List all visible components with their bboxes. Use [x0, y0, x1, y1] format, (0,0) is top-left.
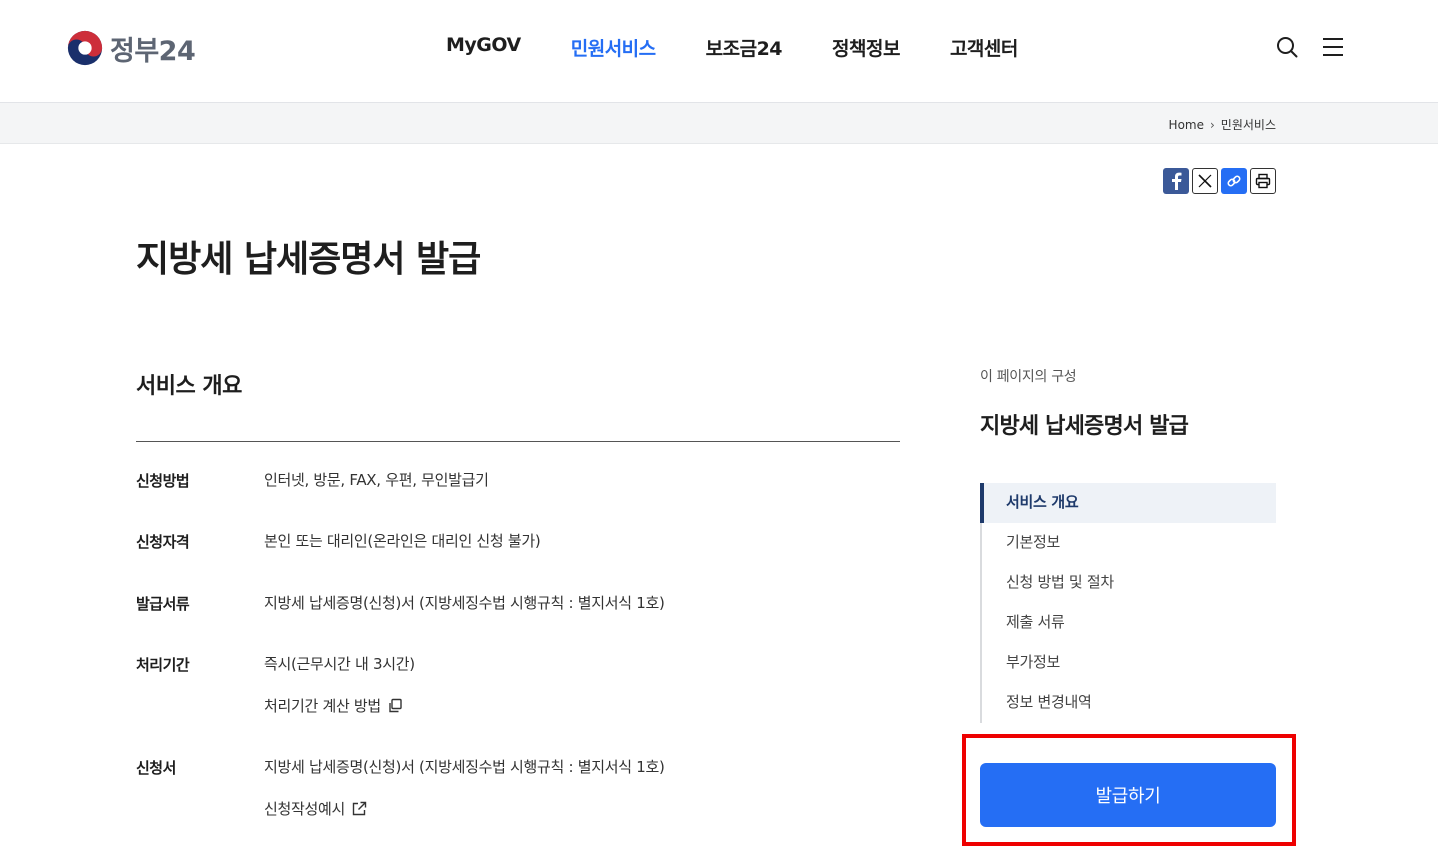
toc-item-documents[interactable]: 제출 서류 [982, 603, 1276, 643]
share-x-button[interactable] [1192, 168, 1218, 194]
toc-item-basic-info[interactable]: 기본정보 [982, 523, 1276, 563]
breadcrumb-bar: Home › 민원서비스 [0, 103, 1438, 144]
print-icon [1255, 173, 1271, 189]
breadcrumb-home[interactable]: Home [1169, 118, 1204, 132]
nav-policy-info[interactable]: 정책정보 [832, 34, 900, 61]
section-divider [136, 441, 900, 442]
site-header: 정부24 MyGOV 민원서비스 보조금24 정책정보 고객센터 [0, 0, 1438, 103]
share-facebook-button[interactable] [1163, 168, 1189, 194]
menu-button[interactable] [1320, 34, 1346, 60]
overview-row-eligibility: 신청자격 본인 또는 대리인(온라인은 대리인 신청 불가) [136, 531, 900, 593]
processing-time-calc-link[interactable]: 처리기간 계산 방법 [264, 696, 900, 716]
page-title: 지방세 납세증명서 발급 [136, 239, 481, 280]
toc-title: 지방세 납세증명서 발급 [980, 414, 1189, 439]
row-label: 신청방법 [136, 472, 190, 490]
row-label: 신청서 [136, 759, 176, 777]
breadcrumb-current[interactable]: 민원서비스 [1221, 116, 1276, 133]
print-button[interactable] [1250, 168, 1276, 194]
site-logo-text: 정부24 [110, 35, 196, 67]
header-utilities [1254, 34, 1346, 60]
overview-row-method: 신청방법 인터넷, 방문, FAX, 우편, 무인발급기 [136, 470, 900, 531]
toc-item-additional-info[interactable]: 부가정보 [982, 643, 1276, 683]
toc-item-overview[interactable]: 서비스 개요 [980, 483, 1276, 523]
chevron-right-icon: › [1209, 117, 1215, 132]
section-title-overview: 서비스 개요 [136, 374, 242, 399]
nav-civil-services[interactable]: 민원서비스 [571, 34, 656, 61]
application-example-link[interactable]: 신청작성예시 [264, 799, 900, 819]
facebook-icon [1172, 172, 1182, 190]
copy-link-button[interactable] [1221, 168, 1247, 194]
nav-subsidy24[interactable]: 보조금24 [706, 34, 783, 61]
nav-mygov[interactable]: MyGOV [446, 34, 521, 61]
toc-list: 서비스 개요 기본정보 신청 방법 및 절차 제출 서류 부가정보 정보 변경내… [980, 483, 1276, 723]
copy-popup-icon [389, 698, 402, 713]
search-button[interactable] [1274, 34, 1300, 60]
row-value: 인터넷, 방문, FAX, 우편, 무인발급기 [264, 471, 489, 489]
overview-row-processing-time: 처리기간 즉시(근무시간 내 3시간) 처리기간 계산 방법 [136, 654, 900, 757]
toc-item-procedure[interactable]: 신청 방법 및 절차 [982, 563, 1276, 603]
toc-item-change-history[interactable]: 정보 변경내역 [982, 683, 1276, 723]
overview-row-documents: 발급서류 지방세 납세증명(신청)서 (지방세징수법 시행규칙 : 별지서식 1… [136, 593, 900, 654]
breadcrumb: Home › 민원서비스 [1169, 116, 1276, 133]
search-icon [1277, 37, 1298, 58]
row-value: 지방세 납세증명(신청)서 (지방세징수법 시행규칙 : 별지서식 1호) [264, 594, 665, 612]
application-example-label: 신청작성예시 [264, 800, 346, 818]
overview-row-application-form: 신청서 지방세 납세증명(신청)서 (지방세징수법 시행규칙 : 별지서식 1호… [136, 757, 900, 819]
row-value: 지방세 납세증명(신청)서 (지방세징수법 시행규칙 : 별지서식 1호) [264, 758, 665, 776]
nav-customer-center[interactable]: 고객센터 [950, 34, 1018, 61]
issue-button[interactable]: 발급하기 [980, 763, 1276, 827]
share-toolbar [1163, 168, 1279, 194]
processing-time-calc-label: 처리기간 계산 방법 [264, 697, 381, 715]
external-link-icon [352, 801, 367, 816]
row-label: 발급서류 [136, 595, 190, 613]
site-logo[interactable]: 정부24 [66, 28, 196, 68]
toc-caption: 이 페이지의 구성 [980, 369, 1077, 385]
row-value: 본인 또는 대리인(온라인은 대리인 신청 불가) [264, 532, 541, 550]
overview-table: 신청방법 인터넷, 방문, FAX, 우편, 무인발급기 신청자격 본인 또는 … [136, 470, 900, 819]
row-label: 신청자격 [136, 533, 190, 551]
x-icon [1198, 174, 1212, 188]
main-navigation: MyGOV 민원서비스 보조금24 정책정보 고객센터 [446, 34, 1068, 61]
row-value: 즉시(근무시간 내 3시간) [264, 655, 415, 673]
hamburger-menu-icon [1323, 38, 1343, 56]
link-icon [1227, 175, 1241, 187]
taegeuk-logo-icon [67, 30, 103, 66]
row-label: 처리기간 [136, 656, 190, 674]
